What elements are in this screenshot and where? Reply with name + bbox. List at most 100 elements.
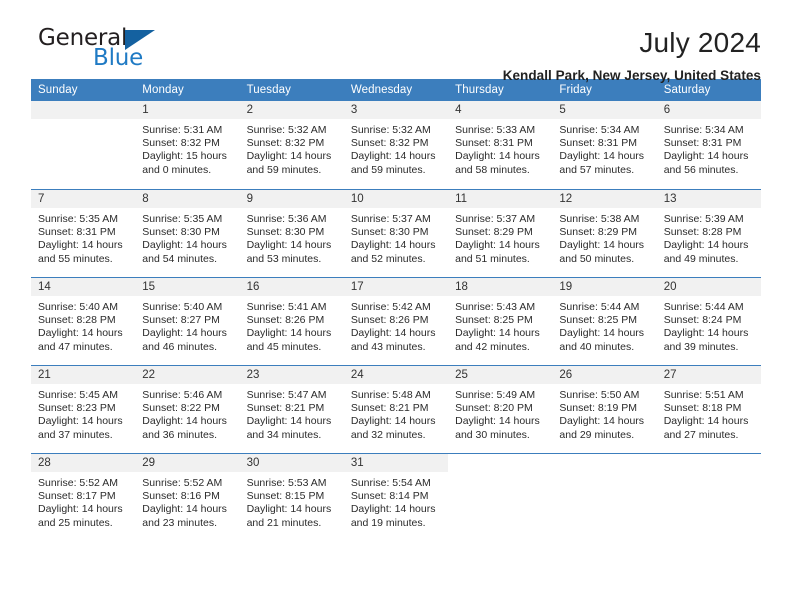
daylight-duration: Daylight: 14 hours and 55 minutes.	[38, 239, 123, 265]
sunset-time: Sunset: 8:23 PM	[38, 402, 116, 415]
day-sun-info: Sunrise: 5:35 AM Sunset: 8:30 PM Daylight:…	[135, 208, 239, 266]
sunset-time: Sunset: 8:32 PM	[350, 137, 429, 150]
daylight-duration: Daylight: 14 hours and 29 minutes.	[559, 415, 645, 441]
sunset-time: Sunset: 8:31 PM	[559, 137, 638, 150]
sunset-time: Sunset: 8:20 PM	[455, 402, 533, 415]
calendar-day-cell: 18 Sunrise: 5:43 AM Sunset: 8:25 PM Dayligh…	[448, 277, 553, 365]
day-sun-info: Sunrise: 5:53 AM Sunset: 8:15 PM Daylight:…	[240, 472, 344, 530]
sunset-time: Sunset: 8:25 PM	[559, 314, 638, 327]
calendar-week-row: 1 Sunrise: 5:31 AM Sunset: 8:32 PM Daylight…	[31, 101, 761, 189]
daylight-duration: Daylight: 14 hours and 56 minutes.	[663, 150, 749, 176]
daylight-duration: Daylight: 14 hours and 57 minutes.	[559, 150, 645, 176]
sunrise-time: Sunrise: 5:52 AM	[38, 477, 118, 489]
daylight-duration: Daylight: 14 hours and 40 minutes.	[559, 327, 645, 353]
day-number: 17	[343, 278, 449, 296]
calendar-day-cell	[552, 453, 657, 541]
calendar-day-cell: 28 Sunrise: 5:52 AM Sunset: 8:17 PM Dayligh…	[31, 453, 136, 541]
day-number: 20	[656, 278, 761, 296]
day-cell: 3 Sunrise: 5:32 AM Sunset: 8:32 PM Daylight…	[343, 101, 449, 189]
calendar-day-cell: 30 Sunrise: 5:53 AM Sunset: 8:15 PM Dayligh…	[239, 453, 344, 541]
sunset-time: Sunset: 8:24 PM	[663, 314, 742, 327]
sunrise-time: Sunrise: 5:42 AM	[350, 301, 431, 313]
calendar-day-cell: 8 Sunrise: 5:35 AM Sunset: 8:30 PM Daylight…	[135, 189, 240, 277]
sunset-time: Sunset: 8:21 PM	[246, 402, 325, 415]
day-cell: 2 Sunrise: 5:32 AM Sunset: 8:32 PM Daylight…	[239, 101, 344, 189]
sunset-time: Sunset: 8:31 PM	[455, 137, 533, 150]
day-number: 27	[656, 366, 761, 384]
weekday-header-wednesday: Wednesday	[343, 79, 449, 101]
calendar-day-cell: 9 Sunrise: 5:36 AM Sunset: 8:30 PM Daylight…	[239, 189, 344, 277]
sunset-time: Sunset: 8:27 PM	[142, 314, 220, 327]
day-sun-info: Sunrise: 5:46 AM Sunset: 8:22 PM Daylight:…	[135, 384, 239, 442]
daylight-duration: Daylight: 14 hours and 30 minutes.	[455, 415, 540, 441]
sunrise-time: Sunrise: 5:32 AM	[350, 124, 431, 136]
day-cell: 21 Sunrise: 5:45 AM Sunset: 8:23 PM Dayligh…	[31, 365, 136, 453]
calendar-day-cell: 4 Sunrise: 5:33 AM Sunset: 8:31 PM Daylight…	[448, 101, 553, 189]
sunrise-time: Sunrise: 5:48 AM	[350, 389, 431, 401]
day-sun-info: Sunrise: 5:47 AM Sunset: 8:21 PM Daylight:…	[240, 384, 344, 442]
day-cell-empty	[552, 453, 657, 541]
day-number: 25	[448, 366, 553, 384]
daylight-duration: Daylight: 14 hours and 23 minutes.	[142, 503, 227, 529]
day-number: 24	[343, 366, 449, 384]
day-cell: 1 Sunrise: 5:31 AM Sunset: 8:32 PM Daylight…	[135, 101, 240, 189]
day-sun-info: Sunrise: 5:40 AM Sunset: 8:27 PM Daylight:…	[135, 296, 239, 354]
day-number: 8	[135, 190, 240, 208]
day-cell: 26 Sunrise: 5:50 AM Sunset: 8:19 PM Dayligh…	[552, 365, 657, 453]
day-cell: 5 Sunrise: 5:34 AM Sunset: 8:31 PM Daylight…	[552, 101, 657, 189]
calendar-day-cell: 1 Sunrise: 5:31 AM Sunset: 8:32 PM Daylight…	[135, 101, 240, 189]
day-cell: 31 Sunrise: 5:54 AM Sunset: 8:14 PM Dayligh…	[343, 453, 449, 541]
day-cell: 11 Sunrise: 5:37 AM Sunset: 8:29 PM Dayligh…	[448, 189, 553, 277]
calendar-day-cell: 29 Sunrise: 5:52 AM Sunset: 8:16 PM Dayligh…	[135, 453, 240, 541]
sunrise-time: Sunrise: 5:33 AM	[455, 124, 536, 136]
daylight-duration: Daylight: 14 hours and 47 minutes.	[38, 327, 123, 353]
calendar-day-cell: 22 Sunrise: 5:46 AM Sunset: 8:22 PM Dayligh…	[135, 365, 240, 453]
day-sun-info: Sunrise: 5:42 AM Sunset: 8:26 PM Daylight:…	[344, 296, 448, 354]
sunset-time: Sunset: 8:19 PM	[559, 402, 638, 415]
day-number: 13	[656, 190, 761, 208]
sunset-time: Sunset: 8:30 PM	[142, 226, 220, 239]
day-cell: 7 Sunrise: 5:35 AM Sunset: 8:31 PM Daylight…	[31, 189, 136, 277]
day-cell: 28 Sunrise: 5:52 AM Sunset: 8:17 PM Dayligh…	[31, 453, 136, 541]
day-sun-info: Sunrise: 5:33 AM Sunset: 8:31 PM Daylight:…	[448, 119, 552, 177]
calendar-day-cell: 14 Sunrise: 5:40 AM Sunset: 8:28 PM Dayligh…	[31, 277, 136, 365]
day-sun-info: Sunrise: 5:32 AM Sunset: 8:32 PM Daylight:…	[240, 119, 344, 177]
daylight-duration: Daylight: 14 hours and 54 minutes.	[142, 239, 227, 265]
sunrise-time: Sunrise: 5:47 AM	[246, 389, 327, 401]
sunrise-time: Sunrise: 5:52 AM	[142, 477, 223, 489]
weekday-header-sunday: Sunday	[31, 79, 136, 101]
page-header: General Blue July 2024 Kendall Park, New…	[31, 0, 761, 84]
day-cell: 20 Sunrise: 5:44 AM Sunset: 8:24 PM Dayligh…	[656, 277, 761, 365]
sunset-time: Sunset: 8:17 PM	[38, 490, 116, 503]
day-number: 26	[552, 366, 657, 384]
calendar-body: 1 Sunrise: 5:31 AM Sunset: 8:32 PM Daylight…	[31, 101, 761, 541]
daylight-duration: Daylight: 14 hours and 25 minutes.	[38, 503, 123, 529]
logo-text-blue: Blue	[93, 45, 144, 71]
day-cell: 19 Sunrise: 5:44 AM Sunset: 8:25 PM Dayligh…	[552, 277, 657, 365]
calendar-day-cell: 21 Sunrise: 5:45 AM Sunset: 8:23 PM Dayligh…	[31, 365, 136, 453]
day-number: 19	[552, 278, 657, 296]
daylight-duration: Daylight: 14 hours and 49 minutes.	[663, 239, 749, 265]
daylight-duration: Daylight: 14 hours and 32 minutes.	[350, 415, 436, 441]
day-number: 22	[135, 366, 240, 384]
sunset-time: Sunset: 8:26 PM	[246, 314, 325, 327]
sunrise-time: Sunrise: 5:37 AM	[350, 213, 431, 225]
sunrise-time: Sunrise: 5:36 AM	[246, 213, 327, 225]
day-number	[31, 101, 136, 119]
sunrise-time: Sunrise: 5:35 AM	[142, 213, 223, 225]
day-sun-info: Sunrise: 5:36 AM Sunset: 8:30 PM Daylight:…	[240, 208, 344, 266]
weekday-header-monday: Monday	[135, 79, 240, 101]
location-subtitle: Kendall Park, New Jersey, United States	[502, 68, 761, 84]
day-sun-info: Sunrise: 5:39 AM Sunset: 8:28 PM Daylight:…	[657, 208, 761, 266]
daylight-duration: Daylight: 14 hours and 39 minutes.	[663, 327, 749, 353]
sunset-time: Sunset: 8:16 PM	[142, 490, 220, 503]
sunrise-time: Sunrise: 5:54 AM	[350, 477, 431, 489]
calendar-day-cell: 20 Sunrise: 5:44 AM Sunset: 8:24 PM Dayligh…	[656, 277, 761, 365]
day-cell: 15 Sunrise: 5:40 AM Sunset: 8:27 PM Dayligh…	[135, 277, 240, 365]
sunrise-time: Sunrise: 5:40 AM	[142, 301, 223, 313]
daylight-duration: Daylight: 14 hours and 37 minutes.	[38, 415, 123, 441]
sunrise-time: Sunrise: 5:41 AM	[246, 301, 327, 313]
calendar-day-cell: 27 Sunrise: 5:51 AM Sunset: 8:18 PM Dayligh…	[656, 365, 761, 453]
sunset-time: Sunset: 8:29 PM	[559, 226, 638, 239]
day-cell-empty	[31, 101, 136, 189]
